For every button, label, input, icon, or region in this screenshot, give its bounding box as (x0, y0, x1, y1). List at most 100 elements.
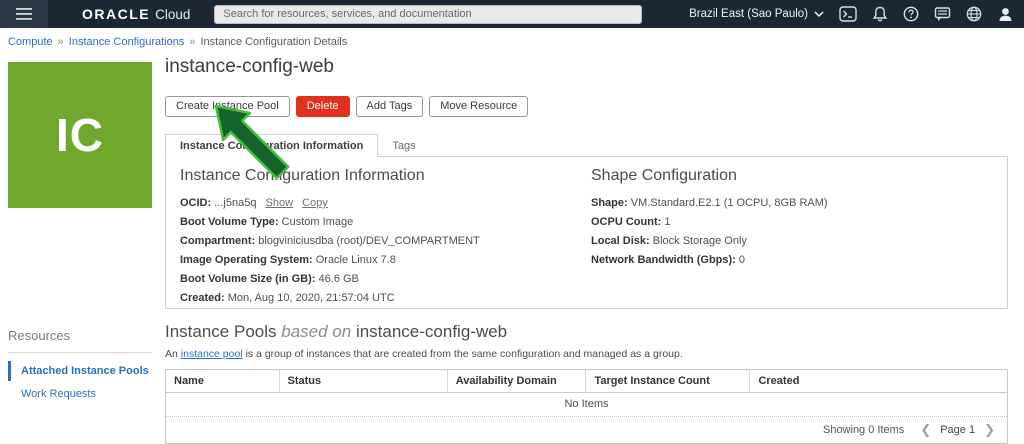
bell-icon (872, 6, 888, 22)
resources-sidebar: Resources Attached Instance Pools Work R… (8, 328, 152, 407)
instance-pools-section: Instance Pools based on instance-config-… (165, 322, 1008, 444)
network-bandwidth-field: Network Bandwidth (Gbps): 0 (591, 254, 993, 266)
table-header-row: Name Status Availability Domain Target I… (166, 370, 1007, 393)
field-value: blogviniciusdba (root)/DEV_COMPARTMENT (258, 235, 480, 247)
previous-page-icon[interactable]: ❮ (920, 423, 931, 436)
field-label: Local Disk: (591, 235, 650, 247)
breadcrumb-compute[interactable]: Compute (8, 36, 53, 48)
search-input[interactable] (214, 5, 642, 24)
next-page-icon[interactable]: ❯ (984, 423, 995, 436)
ocid-label: OCID: (180, 197, 211, 209)
tab-instance-configuration-information[interactable]: Instance Configuration Information (165, 134, 378, 157)
page-indicator: Page 1 (940, 424, 975, 436)
notifications-button[interactable] (872, 6, 888, 22)
user-menu-button[interactable] (997, 6, 1014, 23)
shape-section-heading: Shape Configuration (591, 167, 993, 185)
field-label: Image Operating System: (180, 254, 313, 266)
showing-items-label: Showing 0 Items (823, 424, 904, 436)
breadcrumb-separator: » (189, 36, 195, 48)
cloud-shell-button[interactable] (839, 6, 857, 22)
details-card: Instance Configuration Information OCID:… (165, 156, 1008, 309)
pools-title-config-name: instance-config-web (356, 322, 507, 341)
sidebar-item-attached-instance-pools[interactable]: Attached Instance Pools (8, 361, 152, 381)
instance-pools-description: An instance pool is a group of instances… (165, 348, 1008, 360)
field-value: Block Storage Only (653, 235, 747, 247)
column-header-status: Status (280, 370, 448, 392)
field-value: Oracle Linux 7.8 (316, 254, 396, 266)
tab-tags[interactable]: Tags (378, 135, 429, 156)
breadcrumb-current: Instance Configuration Details (200, 36, 347, 48)
globe-icon (966, 6, 982, 22)
local-disk-field: Local Disk: Block Storage Only (591, 235, 993, 247)
create-instance-pool-button[interactable]: Create Instance Pool (165, 96, 290, 117)
instance-pool-link[interactable]: instance pool (181, 348, 243, 360)
column-header-availability-domain: Availability Domain (448, 370, 587, 392)
table-footer: Showing 0 Items ❮ Page 1 ❯ (166, 416, 1007, 443)
brand-cloud: Cloud (155, 7, 190, 22)
detail-tabs: Instance Configuration Information Tags (165, 134, 1008, 156)
field-value: VM.Standard.E2.1 (1 OCPU, 8GB RAM) (631, 197, 828, 209)
column-header-target-instance-count: Target Instance Count (586, 370, 750, 392)
image-os-field: Image Operating System: Oracle Linux 7.8 (180, 254, 591, 266)
ocpu-count-field: OCPU Count: 1 (591, 216, 993, 228)
breadcrumb-instance-configurations[interactable]: Instance Configurations (69, 36, 185, 48)
pagination: ❮ Page 1 ❯ (920, 423, 995, 436)
pools-title-based-on: based on (281, 322, 356, 341)
boot-volume-size-field: Boot Volume Size (in GB): 46.6 GB (180, 273, 591, 285)
delete-button[interactable]: Delete (296, 96, 350, 117)
table-empty-state: No Items (166, 393, 1007, 416)
action-buttons: Create Instance Pool Delete Add Tags Mov… (165, 96, 1008, 117)
field-value: 1 (664, 216, 670, 228)
pools-title-main: Instance Pools (165, 322, 281, 341)
column-header-name: Name (166, 370, 280, 392)
hamburger-icon (16, 8, 32, 20)
field-label: Network Bandwidth (Gbps): (591, 254, 736, 266)
help-button[interactable] (903, 6, 919, 22)
resources-heading: Resources (8, 328, 152, 352)
field-label: Shape: (591, 197, 628, 209)
region-label: Brazil East (Sao Paulo) (689, 8, 808, 20)
created-field: Created: Mon, Aug 10, 2020, 21:57:04 UTC (180, 292, 591, 304)
page-title: instance-config-web (165, 56, 1008, 78)
desc-suffix: is a group of instances that are created… (243, 348, 683, 360)
field-value: Custom Image (282, 216, 354, 228)
field-label: OCPU Count: (591, 216, 661, 228)
brand-oracle: ORACLE (82, 6, 150, 22)
ocid-value: ...j5na5q (214, 197, 256, 209)
instance-config-avatar: IC (8, 62, 152, 208)
field-value: 0 (739, 254, 745, 266)
boot-volume-type-field: Boot Volume Type: Custom Image (180, 216, 591, 228)
avatar-initials: IC (56, 108, 104, 162)
instance-pools-title: Instance Pools based on instance-config-… (165, 322, 1008, 342)
cloud-shell-icon (839, 6, 857, 22)
shape-field: Shape: VM.Standard.E2.1 (1 OCPU, 8GB RAM… (591, 197, 993, 209)
chevron-down-icon (814, 11, 824, 17)
add-tags-button[interactable]: Add Tags (356, 96, 424, 117)
ocid-copy-link[interactable]: Copy (302, 197, 328, 209)
compartment-field: Compartment: blogviniciusdba (root)/DEV_… (180, 235, 591, 247)
sidebar-item-work-requests[interactable]: Work Requests (8, 384, 152, 404)
ocid-show-link[interactable]: Show (266, 197, 294, 209)
field-value: Mon, Aug 10, 2020, 21:57:04 UTC (228, 292, 395, 304)
help-icon (903, 6, 919, 22)
info-section-heading: Instance Configuration Information (180, 167, 591, 185)
oracle-cloud-logo[interactable]: ORACLE Cloud (82, 6, 190, 22)
topbar: ORACLE Cloud Brazil East (Sao Paulo) (0, 0, 1024, 28)
field-label: Created: (180, 292, 225, 304)
field-label: Compartment: (180, 235, 255, 247)
breadcrumb: Compute » Instance Configurations » Inst… (8, 36, 347, 48)
breadcrumb-separator: » (58, 36, 64, 48)
hamburger-menu-button[interactable] (0, 0, 48, 28)
user-avatar-icon (997, 6, 1014, 23)
main-content: instance-config-web Create Instance Pool… (165, 56, 1008, 309)
feedback-button[interactable] (934, 6, 951, 22)
field-value: 46.6 GB (319, 273, 359, 285)
field-label: Boot Volume Size (in GB): (180, 273, 315, 285)
desc-prefix: An (165, 348, 181, 360)
region-selector[interactable]: Brazil East (Sao Paulo) (689, 8, 824, 20)
move-resource-button[interactable]: Move Resource (429, 96, 528, 117)
feedback-icon (934, 6, 951, 22)
field-label: Boot Volume Type: (180, 216, 279, 228)
instance-pools-table: Name Status Availability Domain Target I… (165, 369, 1008, 444)
language-button[interactable] (966, 6, 982, 22)
